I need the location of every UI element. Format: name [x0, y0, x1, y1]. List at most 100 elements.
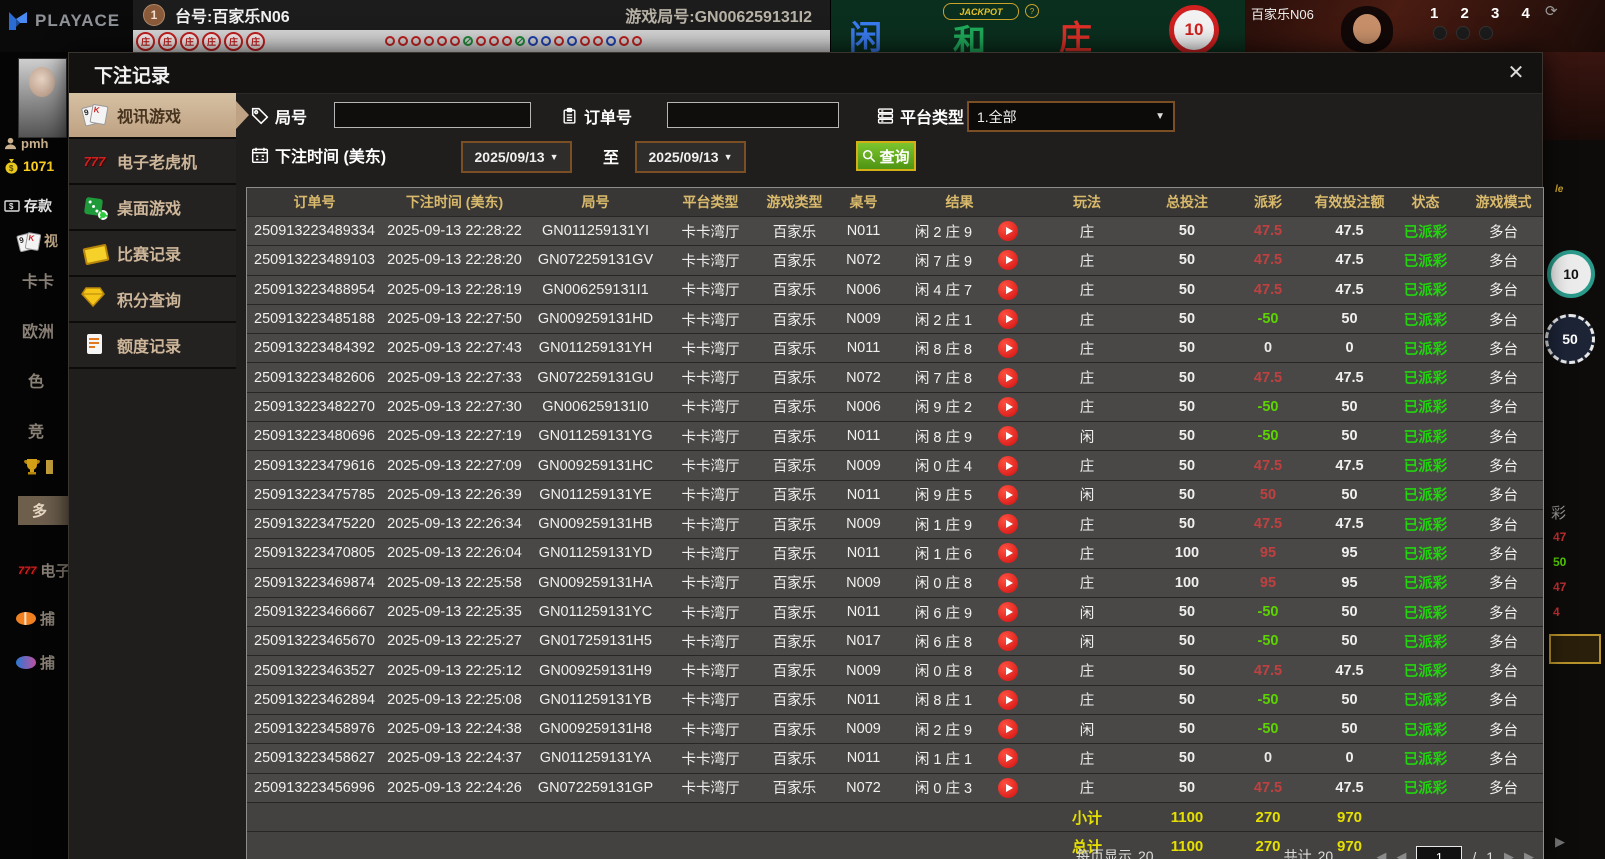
replay-video-button[interactable] — [998, 309, 1018, 330]
red-number-fragment: 47 — [1553, 580, 1567, 594]
search-button[interactable]: 查询 — [856, 141, 916, 171]
total-bet-sum: 1100 — [1170, 808, 1204, 826]
game-type-cell: 百家乐 — [772, 546, 817, 563]
replay-video-button[interactable] — [998, 455, 1018, 476]
table-row: 250913223463527 2025-09-13 22:25:12 GN0092… — [247, 655, 1543, 685]
game-type-cell: 百家乐 — [772, 459, 817, 476]
replay-video-button[interactable] — [998, 250, 1018, 271]
table-no-cell: N017 — [846, 633, 881, 650]
replay-video-button[interactable] — [998, 396, 1018, 417]
order-cell: 250913223484392 — [254, 340, 375, 357]
payout-cell: 47.5 — [1253, 281, 1283, 298]
prev-page-button[interactable]: ◀ — [1396, 849, 1406, 859]
payout-cell: 0 — [1263, 750, 1273, 767]
table-no-cell: N006 — [846, 398, 881, 415]
play-type-cell: 庄 — [1079, 664, 1095, 681]
first-page-button[interactable]: ◀ — [1376, 849, 1386, 859]
total-bet-cell: 50 — [1178, 779, 1196, 796]
menu-item-slots[interactable]: 777 电子老虎机 — [69, 139, 236, 185]
replay-video-button[interactable] — [998, 279, 1018, 300]
play-icon — [1005, 520, 1013, 529]
col-header-table: 桌号 — [849, 194, 878, 210]
replay-video-button[interactable] — [998, 484, 1018, 505]
bead-road — [385, 36, 642, 46]
camera-numbers[interactable]: 1 2 3 4 — [1430, 5, 1539, 22]
video-tab-label: 视 — [44, 233, 58, 249]
play-type-cell: 闲 — [1079, 488, 1095, 505]
replay-video-button[interactable] — [998, 660, 1018, 681]
replay-video-button[interactable] — [998, 748, 1018, 769]
date-from-picker[interactable]: 2025/09/13 ▼ — [461, 141, 572, 173]
replay-video-button[interactable] — [998, 719, 1018, 740]
valid-bet-cell: 50 — [1341, 691, 1358, 708]
last-page-button[interactable]: ▶ — [1524, 849, 1534, 859]
status-cell: 已派彩 — [1403, 400, 1448, 417]
round-number-input[interactable] — [334, 102, 531, 128]
round-cell: GN017259131H5 — [539, 633, 652, 650]
table-no-cell: N072 — [846, 369, 881, 386]
replay-video-button[interactable] — [998, 602, 1018, 622]
menu-item-credit-records[interactable]: 额度记录 — [69, 323, 236, 369]
avatar[interactable] — [18, 58, 67, 138]
bead — [593, 36, 603, 46]
replay-video-button[interactable] — [998, 777, 1018, 798]
play-icon — [1005, 373, 1013, 382]
dialog-side-menu: 9K 视讯游戏 777 电子老虎机 桌面游戏 比赛记录 积分查询 额度记录 — [69, 93, 236, 369]
menu-item-table-games[interactable]: 桌面游戏 — [69, 185, 236, 231]
payout-cell: 50 — [1259, 486, 1277, 503]
total-bet-cell: 50 — [1178, 369, 1196, 386]
jackpot-help-icon[interactable]: ? — [1025, 4, 1039, 18]
round-cell: GN009259131HC — [537, 457, 654, 474]
svg-text:$: $ — [9, 202, 14, 211]
replay-video-button[interactable] — [998, 367, 1018, 388]
deposit-button[interactable]: $ 存款 — [4, 196, 72, 216]
game-type-cell: 百家乐 — [772, 224, 817, 241]
time-cell: 2025-09-13 22:27:50 — [387, 311, 522, 328]
valid-bet-cell: 95 — [1341, 545, 1358, 562]
replay-video-button[interactable] — [998, 221, 1018, 242]
menu-item-points-query[interactable]: 积分查询 — [69, 277, 236, 323]
time-cell: 2025-09-13 22:24:38 — [387, 721, 522, 738]
close-icon[interactable]: ✕ — [1504, 60, 1528, 84]
bead — [463, 36, 473, 46]
next-page-button[interactable]: ▶ — [1504, 849, 1514, 859]
video-thumbnail[interactable]: 百家乐N06 1 2 3 4 ⟳ — [1245, 0, 1605, 52]
menu-item-match-records[interactable]: 比赛记录 — [69, 231, 236, 277]
order-cell: 250913223489334 — [254, 223, 375, 240]
per-page-control[interactable]: 每页显示 20 — [1076, 846, 1154, 859]
replay-video-button[interactable] — [998, 572, 1018, 593]
total-bet-cell: 50 — [1178, 750, 1196, 767]
replay-video-button[interactable] — [998, 426, 1018, 447]
game-mode-cell: 多台 — [1489, 341, 1518, 358]
menu-item-video-games[interactable]: 9K 视讯游戏 — [69, 93, 236, 139]
date-to-picker[interactable]: 2025/09/13 ▼ — [635, 141, 746, 173]
table-no-cell: N072 — [846, 252, 881, 269]
replay-video-button[interactable] — [998, 514, 1018, 535]
round-cell: GN011259131YC — [538, 604, 653, 620]
page-number-input[interactable]: 1 — [1416, 846, 1463, 859]
platform-type-select[interactable]: 1.全部 ▼ — [967, 101, 1175, 132]
fish1-label: 捕 — [40, 611, 56, 628]
refresh-icon[interactable]: ⟳ — [1545, 2, 1558, 20]
replay-video-button[interactable] — [998, 338, 1018, 359]
status-cell: 已派彩 — [1403, 634, 1448, 651]
total-bet-cell: 50 — [1178, 252, 1196, 269]
replay-video-button[interactable] — [998, 543, 1018, 564]
valid-bet-cell: 50 — [1341, 398, 1358, 415]
time-cell: 2025-09-13 22:25:27 — [387, 633, 522, 650]
time-cell: 2025-09-13 22:26:04 — [387, 545, 522, 562]
game-type-cell: 百家乐 — [772, 664, 817, 681]
replay-video-button[interactable] — [998, 689, 1018, 710]
time-cell: 2025-09-13 22:26:39 — [387, 486, 522, 503]
replay-video-button[interactable] — [998, 631, 1018, 652]
subtotal-row: 小计 1100 270 970 — [247, 801, 1543, 832]
bead — [632, 36, 642, 46]
play-type-cell: 庄 — [1079, 546, 1095, 563]
order-number-input[interactable] — [667, 102, 839, 128]
chevron-down-icon: ▼ — [723, 152, 733, 162]
total-bet-cell: 100 — [1174, 574, 1200, 591]
chip-10[interactable]: 10 — [1169, 5, 1219, 55]
status-cell: 已派彩 — [1403, 664, 1448, 681]
video-edge-fragment — [1543, 52, 1605, 140]
bead — [385, 36, 395, 46]
